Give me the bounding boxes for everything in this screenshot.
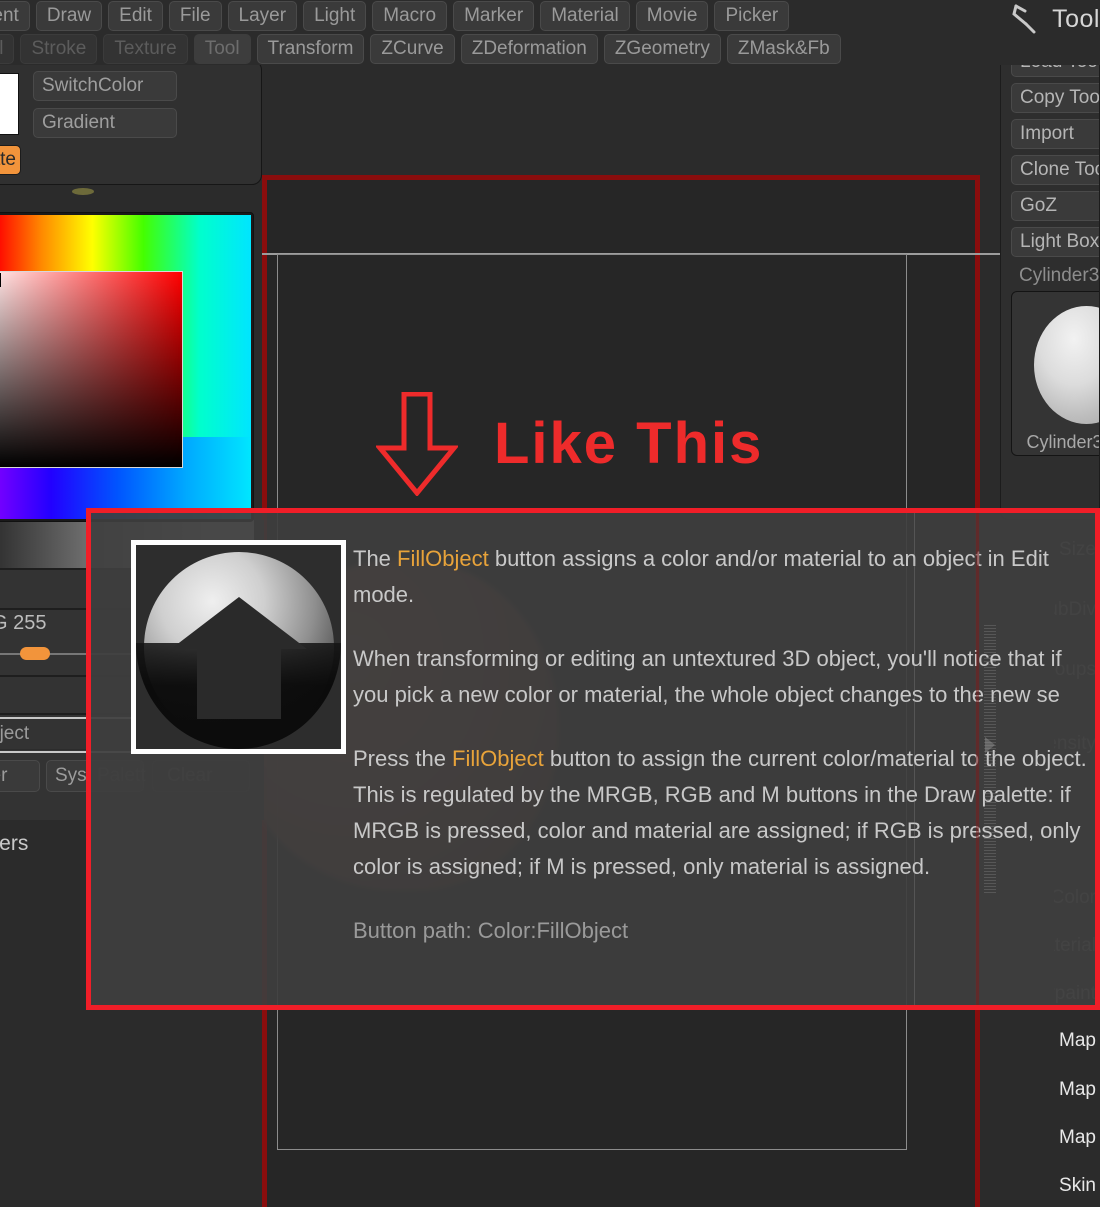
color-picker[interactable]	[0, 212, 254, 522]
slider-label-uv-map[interactable]: UV Map	[1054, 1030, 1096, 1052]
slider-label-texture-map[interactable]: Texture Map	[1054, 1079, 1096, 1101]
menu-item-file[interactable]: File	[168, 1, 222, 31]
expand-triangle-icon[interactable]	[985, 737, 995, 753]
like-this-annotation: Like This	[376, 392, 763, 496]
tool-thumbnail-caption: Cylinder3D	[1026, 432, 1099, 452]
copy-tool-button[interactable]: Copy Tool	[1011, 83, 1099, 113]
slider-label-unified-skin[interactable]: Unified Skin	[1054, 1175, 1096, 1197]
current-tool-label: Cylinder3D	[1019, 265, 1100, 286]
palette-pin-dot	[72, 188, 94, 195]
modifiers-label: ifiers	[0, 832, 29, 855]
alternate-button[interactable]: nate	[0, 145, 21, 175]
panel-divider-vertical	[914, 513, 915, 1005]
arrow-down-icon	[376, 392, 458, 496]
goz-button[interactable]: GoZ	[1011, 191, 1099, 221]
fillobject-tooltip-panel: The FillObject button assigns a color an…	[86, 508, 1100, 1010]
menu-item-zdeformation[interactable]: ZDeformation	[460, 34, 598, 64]
like-this-label: Like This	[494, 411, 764, 476]
color-palette-flyout: SwitchColor Gradient nate	[0, 60, 262, 185]
slider-readout-g: G 255	[0, 612, 47, 634]
menu-item-light[interactable]: Light	[303, 1, 367, 31]
menu-item-texture[interactable]: Texture	[103, 34, 188, 64]
menu-item-picker[interactable]: Picker	[714, 1, 790, 31]
menu-item-movie[interactable]: Movie	[635, 1, 709, 31]
menu-item-zcurve[interactable]: ZCurve	[370, 34, 455, 64]
menu-item-transform[interactable]: Transform	[256, 34, 365, 64]
menu-item-stroke[interactable]: Stroke	[20, 34, 98, 64]
menu-item-zgeometry[interactable]: ZGeometry	[603, 34, 721, 64]
color-picker-marker[interactable]	[0, 273, 1, 287]
fill-layer-alt-button[interactable]: yer	[0, 760, 40, 792]
import-button[interactable]: Import	[1011, 119, 1099, 149]
primary-color-swatch[interactable]	[0, 73, 19, 135]
menu-item-tool[interactable]: Tool	[193, 34, 251, 64]
menubar-secondary: il Stroke Texture Tool Transform ZCurve …	[0, 33, 1100, 65]
tool-palette: Load Tool Copy Tool Import Clone Tool Go…	[1000, 38, 1100, 520]
current-tool-thumbnail[interactable]: Cylinder3D	[1011, 291, 1099, 456]
slider-label-displacement-map[interactable]: Displacement Map	[1054, 1127, 1096, 1149]
tool-thumbnail-sphere	[1034, 306, 1099, 424]
saturation-value-square[interactable]	[0, 271, 183, 468]
menu-item-stencil[interactable]: il	[0, 34, 15, 64]
clone-tool-button[interactable]: Clone Tool	[1011, 155, 1099, 185]
menu-item-layer[interactable]: Layer	[227, 1, 298, 31]
fillobject-sphere-arrow-icon	[131, 540, 346, 754]
hammer-icon	[1010, 2, 1044, 36]
menu-item-draw[interactable]: Draw	[35, 1, 103, 31]
rgb-slider-knob[interactable]	[20, 647, 50, 660]
switch-color-button[interactable]: SwitchColor	[33, 71, 177, 101]
gradient-button[interactable]: Gradient	[33, 108, 177, 138]
menu-item-document[interactable]: ument	[0, 1, 30, 31]
menu-item-marker[interactable]: Marker	[453, 1, 535, 31]
scrollbar-hatch[interactable]	[984, 625, 996, 893]
menu-item-macro[interactable]: Macro	[372, 1, 448, 31]
menu-item-material[interactable]: Material	[540, 1, 630, 31]
menu-item-edit[interactable]: Edit	[108, 1, 163, 31]
tool-palette-header: Tool	[1010, 0, 1100, 38]
menu-item-zmaskfb[interactable]: ZMask&Fb	[726, 34, 841, 64]
menubar-primary: ument Draw Edit File Layer Light Macro M…	[0, 0, 1100, 32]
doc-border-through-tooltip	[976, 513, 979, 1005]
tool-palette-title: Tool	[1052, 4, 1100, 33]
light-box-button[interactable]: Light Box	[1011, 227, 1099, 257]
